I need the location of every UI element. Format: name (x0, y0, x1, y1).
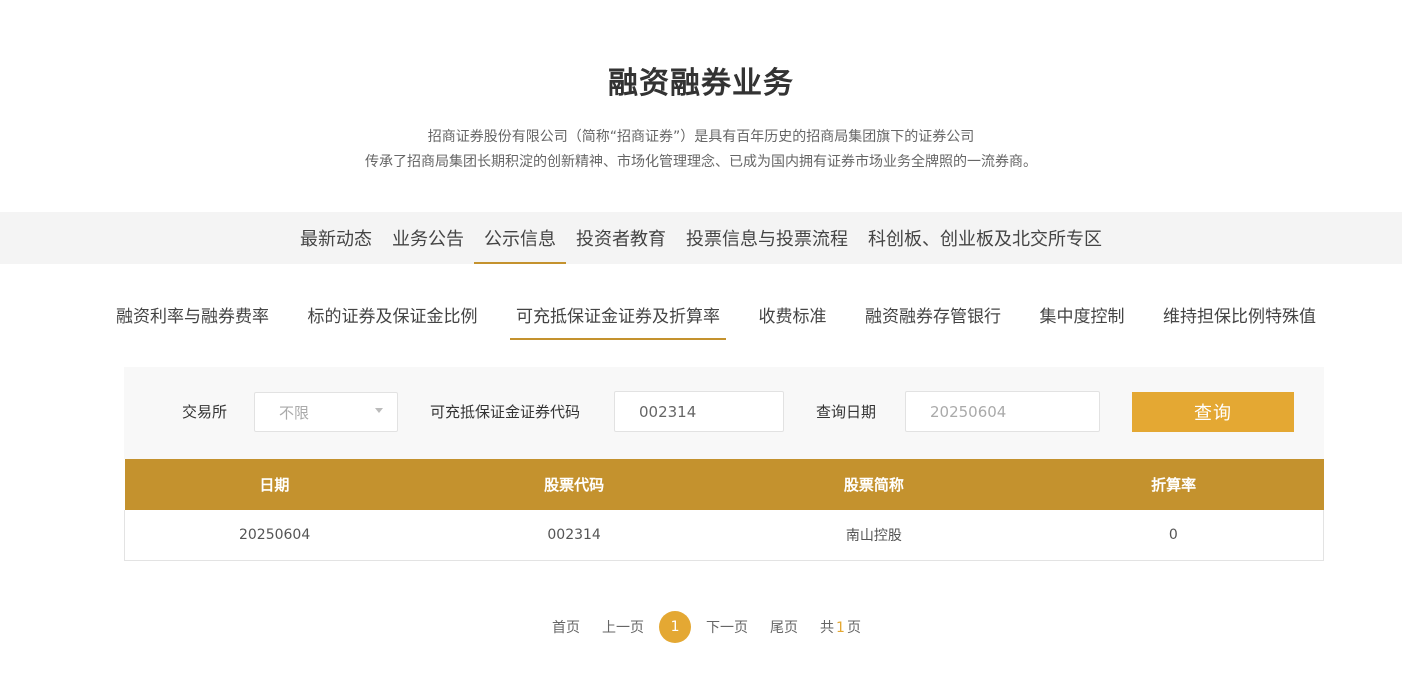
sub-nav-item-collateral-securities[interactable]: 可充抵保证金证券及折算率 (510, 290, 726, 340)
intro-text-line-1: 招商证券股份有限公司（简称“招商证券”）是具有百年历史的招商局集团旗下的证券公司 (427, 129, 975, 145)
column-header-stock-name: 股票简称 (724, 459, 1024, 510)
filter-panel: 交易所 不限 可充抵保证金证券代码 查询日期 查询 (124, 367, 1324, 459)
column-header-conversion-rate: 折算率 (1023, 459, 1324, 510)
sub-nav-item-fee-standards[interactable]: 收费标准 (753, 290, 833, 338)
first-page-link[interactable]: 首页 (552, 617, 580, 637)
table-header-row: 日期 股票代码 股票简称 折算率 (124, 459, 1324, 510)
column-header-date: 日期 (124, 459, 425, 510)
intro-text-line-2: 传承了招商局集团长期积淀的创新精神、市场化管理理念、已成为国内拥有证券市场业务全… (365, 154, 1037, 170)
sub-nav: 融资利率与融券费率 标的证券及保证金比例 可充抵保证金证券及折算率 收费标准 融… (110, 290, 1322, 342)
column-header-stock-code: 股票代码 (424, 459, 724, 510)
query-button[interactable]: 查询 (1132, 392, 1294, 432)
result-table: 日期 股票代码 股票简称 折算率 20250604 002314 南山控股 0 (124, 459, 1324, 561)
main-nav-item-investor-education[interactable]: 投资者教育 (566, 212, 676, 264)
cell-conversion-rate: 0 (1023, 510, 1324, 561)
total-pages-count: 1 (836, 620, 845, 636)
cell-stock-name: 南山控股 (724, 510, 1024, 561)
total-pages-text: 共1页 (820, 617, 861, 637)
query-date-input[interactable] (905, 391, 1100, 432)
current-page-indicator[interactable]: 1 (659, 611, 692, 643)
main-nav: 最新动态 业务公告 公示信息 投资者教育 投票信息与投票流程 科创板、创业板及北… (0, 212, 1402, 264)
last-page-link[interactable]: 尾页 (770, 617, 798, 637)
query-date-label: 查询日期 (816, 403, 877, 421)
main-nav-item-public-information[interactable]: 公示信息 (474, 212, 566, 264)
total-pages-prefix: 共 (820, 620, 835, 636)
prev-page-link[interactable]: 上一页 (602, 617, 644, 637)
security-code-label: 可充抵保证金证券代码 (430, 403, 581, 421)
main-nav-item-voting-info[interactable]: 投票信息与投票流程 (676, 212, 858, 264)
main-nav-item-latest-news[interactable]: 最新动态 (290, 212, 382, 264)
cell-date: 20250604 (124, 510, 425, 561)
sub-nav-item-financing-rates[interactable]: 融资利率与融券费率 (110, 290, 275, 338)
security-code-input[interactable] (614, 391, 784, 432)
main-nav-item-star-board-zone[interactable]: 科创板、创业板及北交所专区 (858, 212, 1112, 264)
cell-stock-code: 002314 (424, 510, 724, 561)
sub-nav-item-concentration-control[interactable]: 集中度控制 (1034, 290, 1131, 338)
sub-nav-item-maintenance-ratio[interactable]: 维持担保比例特殊值 (1157, 290, 1322, 338)
sub-nav-item-underlying-securities[interactable]: 标的证券及保证金比例 (302, 290, 484, 338)
exchange-select[interactable]: 不限 (254, 392, 398, 432)
caret-down-icon (375, 408, 383, 413)
next-page-link[interactable]: 下一页 (706, 617, 748, 637)
pagination: 首页 上一页 1 下一页 尾页 共1页 (0, 611, 1402, 643)
page-title: 融资融券业务 (608, 66, 794, 101)
table-row: 20250604 002314 南山控股 0 (124, 510, 1324, 561)
exchange-select-value: 不限 (279, 403, 310, 422)
main-nav-item-business-announcements[interactable]: 业务公告 (382, 212, 474, 264)
exchange-label: 交易所 (182, 403, 228, 421)
total-pages-suffix: 页 (846, 620, 861, 636)
sub-nav-item-custodian-banks[interactable]: 融资融券存管银行 (859, 290, 1007, 338)
